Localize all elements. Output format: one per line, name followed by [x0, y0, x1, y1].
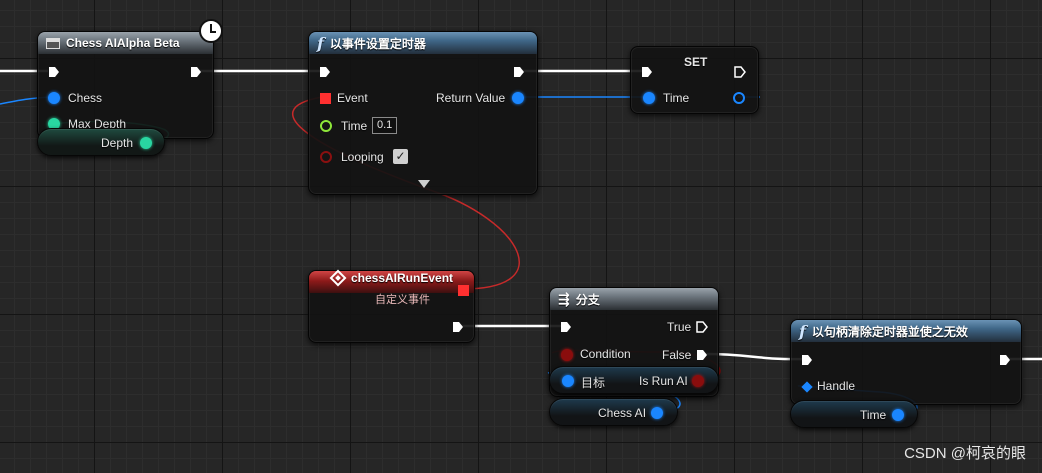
- exec-out-pin[interactable]: [999, 354, 1011, 366]
- watermark-text: CSDN @柯哀的眼: [904, 445, 1026, 462]
- clear-and-invalidate-timer-node[interactable]: f 以句柄清除定时器並使之无效 Handle: [790, 319, 1022, 405]
- depth-label: Depth: [101, 136, 134, 150]
- false-pin-label: False: [662, 348, 692, 362]
- true-exec-pin[interactable]: [696, 321, 708, 333]
- node-title: chessAIRunEvent: [350, 271, 454, 285]
- set-timer-by-event-node[interactable]: f 以事件设置定时器 Event Return Value Time 0.1 L…: [308, 31, 538, 195]
- function-f-icon: f: [799, 321, 806, 341]
- node-header[interactable]: ⇶ 分支: [550, 288, 718, 310]
- target-pin[interactable]: [562, 375, 574, 387]
- time-out-pin[interactable]: [892, 409, 904, 421]
- event-delegate-pin[interactable]: [320, 93, 331, 104]
- chess-ai-label: Chess AI: [598, 406, 647, 420]
- function-f-icon: f: [317, 33, 324, 53]
- set-title: SET: [684, 55, 708, 69]
- return-value-pin-label: Return Value: [436, 91, 506, 105]
- time-in-pin[interactable]: [643, 92, 655, 104]
- node-title: Chess AIAlpha Beta: [66, 36, 180, 50]
- exec-in-pin[interactable]: [801, 354, 813, 366]
- node-title: 以事件设置定时器: [329, 36, 426, 51]
- chess-ai-alpha-beta-node[interactable]: Chess AIAlpha Beta Chess Max Depth: [37, 31, 214, 139]
- struct-icon: [46, 37, 60, 49]
- time-out-pin[interactable]: [733, 92, 745, 104]
- exec-out-pin[interactable]: [190, 66, 202, 78]
- set-variable-node[interactable]: SET Time: [630, 46, 759, 114]
- depth-variable-node[interactable]: Depth: [37, 128, 165, 156]
- condition-pin-label: Condition: [580, 347, 631, 361]
- event-delegate-out-pin[interactable]: [458, 285, 469, 296]
- expand-arrow-icon[interactable]: [418, 180, 430, 188]
- true-pin-label: True: [667, 320, 692, 334]
- exec-out-pin[interactable]: [734, 66, 746, 78]
- chess-pin[interactable]: [48, 92, 60, 104]
- target-pin-label: 目标: [581, 376, 606, 390]
- exec-in-pin[interactable]: [560, 321, 572, 333]
- time-variable-node[interactable]: Time: [790, 400, 918, 428]
- handle-pin[interactable]: [801, 381, 813, 393]
- node-title: 以句柄清除定时器並使之无效: [811, 324, 968, 339]
- chess-ai-out-pin[interactable]: [651, 407, 663, 419]
- clock-icon: [199, 19, 223, 43]
- event-diamond-icon: [329, 269, 347, 287]
- condition-pin[interactable]: [561, 349, 573, 361]
- exec-out-pin[interactable]: [452, 321, 464, 333]
- time-pin-label: Time: [663, 91, 690, 105]
- exec-in-pin[interactable]: [48, 66, 60, 78]
- exec-wire-branch-to-clear: [704, 352, 804, 361]
- return-value-pin[interactable]: [512, 92, 524, 104]
- branch-icon: ⇶: [558, 290, 570, 307]
- is-run-ai-out-pin[interactable]: [692, 375, 704, 387]
- time-pin-label: Time: [341, 119, 368, 133]
- exec-out-pin[interactable]: [513, 66, 525, 78]
- is-run-ai-getter-node[interactable]: 目标 Is Run AI: [549, 366, 719, 394]
- is-run-ai-label: Is Run AI: [639, 374, 688, 388]
- false-exec-pin[interactable]: [696, 349, 708, 361]
- node-subtitle: 自定义事件: [375, 294, 430, 306]
- event-pin-label: Event: [337, 91, 368, 105]
- node-title: 分支: [575, 292, 600, 307]
- chess-pin-label: Chess: [68, 91, 103, 105]
- node-header[interactable]: chessAIRunEvent 自定义事件: [309, 269, 474, 306]
- node-header[interactable]: f 以句柄清除定时器並使之无效: [791, 320, 1021, 342]
- looping-checkbox[interactable]: ✓: [393, 149, 408, 164]
- exec-in-pin[interactable]: [641, 66, 653, 78]
- looping-pin-label: Looping: [341, 150, 384, 164]
- node-header[interactable]: f 以事件设置定时器: [309, 32, 537, 54]
- time-label: Time: [860, 408, 887, 422]
- time-value-input[interactable]: 0.1: [372, 117, 398, 134]
- chess-ai-variable-node[interactable]: Chess AI: [549, 398, 678, 426]
- looping-pin[interactable]: [320, 151, 332, 163]
- custom-event-node[interactable]: chessAIRunEvent 自定义事件: [308, 269, 475, 343]
- exec-in-pin[interactable]: [319, 66, 331, 78]
- time-pin[interactable]: [320, 120, 332, 132]
- handle-pin-label: Handle: [817, 379, 856, 393]
- node-header[interactable]: Chess AIAlpha Beta: [38, 32, 213, 54]
- depth-out-pin[interactable]: [140, 137, 152, 149]
